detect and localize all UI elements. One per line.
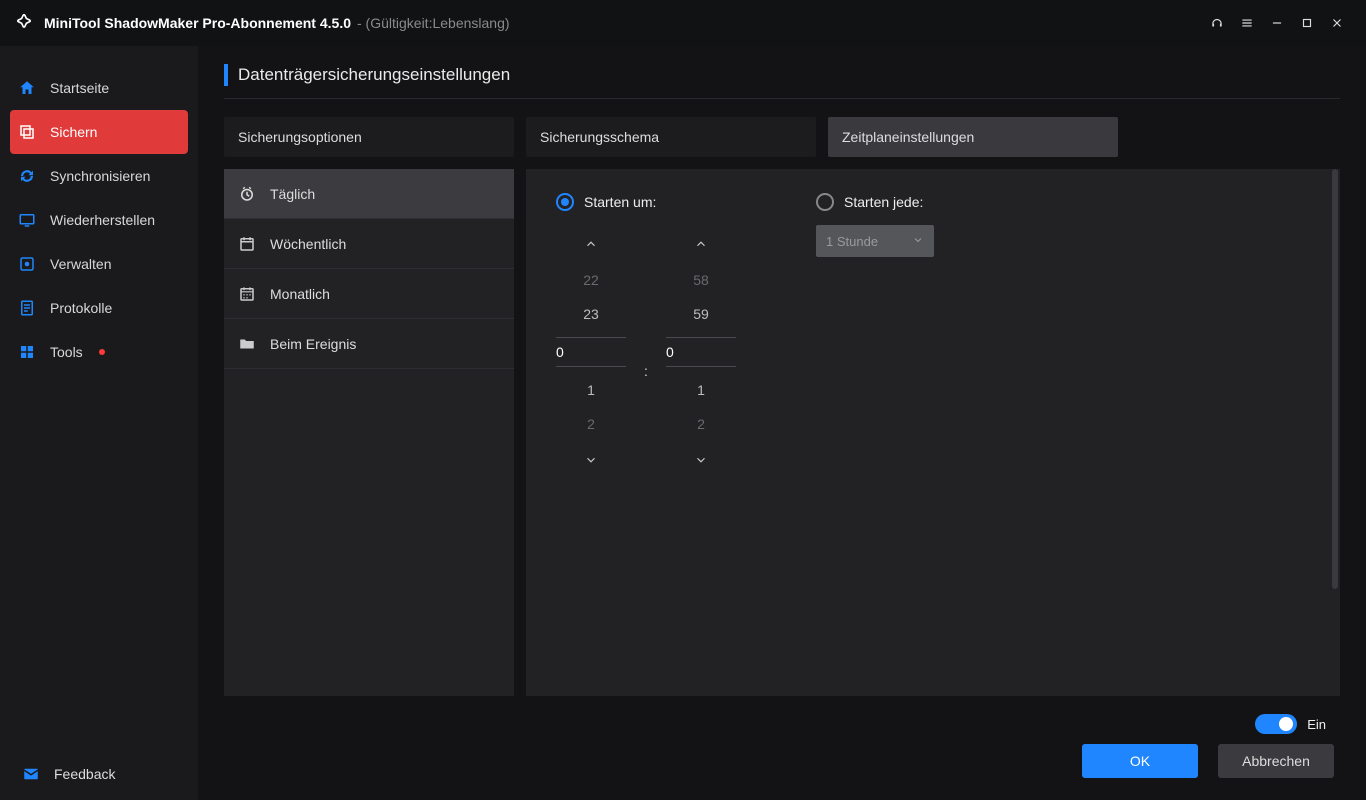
tab-label: Sicherungsschema — [540, 129, 659, 145]
sidebar-item-home[interactable]: Startseite — [0, 66, 198, 110]
button-label: OK — [1130, 753, 1150, 769]
page-title-row: Datenträgersicherungseinstellungen — [224, 64, 1340, 99]
sidebar-item-backup[interactable]: Sichern — [10, 110, 188, 154]
feedback-label: Feedback — [54, 766, 115, 782]
hours-value[interactable]: 1 — [587, 379, 595, 401]
ok-button[interactable]: OK — [1082, 744, 1198, 778]
footer: Ein — [224, 696, 1340, 738]
tab-backup-scheme[interactable]: Sicherungsschema — [526, 117, 816, 157]
minutes-value[interactable]: 58 — [693, 269, 709, 291]
sync-icon — [18, 167, 36, 185]
app-title: MiniTool ShadowMaker Pro-Abonnement 4.5.… — [44, 15, 351, 31]
menu-icon[interactable] — [1232, 8, 1262, 38]
sidebar-item-label: Synchronisieren — [50, 168, 150, 184]
app-validity: - (Gültigkeit:Lebenslang) — [357, 15, 510, 31]
minimize-button[interactable] — [1262, 8, 1292, 38]
chevron-down-icon — [912, 234, 924, 249]
app-logo-icon — [14, 13, 34, 33]
calendar-month-icon — [238, 285, 256, 303]
footer-buttons: OK Abbrechen — [224, 738, 1340, 782]
headphone-icon[interactable] — [1202, 8, 1232, 38]
frequency-item-monthly[interactable]: Monatlich — [224, 269, 514, 319]
minutes-selected[interactable]: 0 — [666, 337, 736, 367]
sidebar-item-label: Verwalten — [50, 256, 111, 272]
hours-value[interactable]: 23 — [583, 303, 599, 325]
radio-start-every[interactable]: Starten jede: — [816, 193, 934, 211]
schedule-toggle[interactable] — [1255, 714, 1297, 734]
backup-icon — [18, 123, 36, 141]
radio-icon — [816, 193, 834, 211]
page-title: Datenträgersicherungseinstellungen — [238, 65, 510, 85]
minutes-spinner: 58 59 0 1 2 — [666, 229, 736, 475]
hours-up-button[interactable] — [556, 229, 626, 259]
frequency-list: Täglich Wöchentlich Monatlich Beim Ereig… — [224, 169, 514, 696]
radio-label: Starten jede: — [844, 194, 923, 210]
titlebar: MiniTool ShadowMaker Pro-Abonnement 4.5.… — [0, 0, 1366, 46]
sidebar: Startseite Sichern Synchronisieren Wiede… — [0, 46, 198, 800]
time-colon: : — [644, 363, 648, 379]
minutes-up-button[interactable] — [666, 229, 736, 259]
hours-down-button[interactable] — [556, 445, 626, 475]
restore-icon — [18, 211, 36, 229]
calendar-week-icon — [238, 235, 256, 253]
frequency-item-on-event[interactable]: Beim Ereignis — [224, 319, 514, 369]
frequency-item-weekly[interactable]: Wöchentlich — [224, 219, 514, 269]
sidebar-item-label: Sichern — [50, 124, 97, 140]
button-label: Abbrechen — [1242, 753, 1310, 769]
tab-label: Sicherungsoptionen — [238, 129, 362, 145]
settings-tabs: Sicherungsoptionen Sicherungsschema Zeit… — [224, 117, 1340, 157]
frequency-label: Monatlich — [270, 286, 330, 302]
sidebar-item-sync[interactable]: Synchronisieren — [0, 154, 198, 198]
feedback-button[interactable]: Feedback — [0, 748, 198, 800]
sidebar-item-label: Protokolle — [50, 300, 112, 316]
frequency-label: Beim Ereignis — [270, 336, 356, 352]
main-content: Datenträgersicherungseinstellungen Siche… — [198, 46, 1366, 800]
frequency-label: Täglich — [270, 186, 315, 202]
schedule-settings-pane: Starten um: 22 23 0 1 — [526, 169, 1340, 696]
hours-value[interactable]: 2 — [587, 413, 595, 435]
minutes-value[interactable]: 1 — [697, 379, 705, 401]
home-icon — [18, 79, 36, 97]
maximize-button[interactable] — [1292, 8, 1322, 38]
tab-label: Zeitplaneinstellungen — [842, 129, 974, 145]
sidebar-item-logs[interactable]: Protokolle — [0, 286, 198, 330]
frequency-label: Wöchentlich — [270, 236, 346, 252]
tab-schedule-settings[interactable]: Zeitplaneinstellungen — [828, 117, 1118, 157]
interval-value: 1 Stunde — [826, 234, 878, 249]
frequency-item-daily[interactable]: Täglich — [224, 169, 514, 219]
scrollbar[interactable] — [1332, 169, 1338, 589]
tools-icon — [18, 343, 36, 361]
hours-selected[interactable]: 0 — [556, 337, 626, 367]
logs-icon — [18, 299, 36, 317]
close-button[interactable] — [1322, 8, 1352, 38]
time-picker: 22 23 0 1 2 — [556, 229, 736, 475]
interval-select[interactable]: 1 Stunde — [816, 225, 934, 257]
mail-icon — [22, 765, 40, 783]
sidebar-item-restore[interactable]: Wiederherstellen — [0, 198, 198, 242]
toggle-label: Ein — [1307, 717, 1326, 732]
radio-start-at[interactable]: Starten um: — [556, 193, 736, 211]
cancel-button[interactable]: Abbrechen — [1218, 744, 1334, 778]
notification-dot-icon — [99, 349, 105, 355]
minutes-down-button[interactable] — [666, 445, 736, 475]
radio-icon — [556, 193, 574, 211]
sidebar-item-manage[interactable]: Verwalten — [0, 242, 198, 286]
sidebar-item-tools[interactable]: Tools — [0, 330, 198, 374]
tab-backup-options[interactable]: Sicherungsoptionen — [224, 117, 514, 157]
sidebar-item-label: Wiederherstellen — [50, 212, 155, 228]
sidebar-item-label: Tools — [50, 344, 83, 360]
schedule-toggle-wrap: Ein — [1255, 714, 1326, 734]
radio-label: Starten um: — [584, 194, 656, 210]
manage-icon — [18, 255, 36, 273]
hours-spinner: 22 23 0 1 2 — [556, 229, 626, 475]
folder-icon — [238, 335, 256, 353]
clock-icon — [238, 185, 256, 203]
minutes-value[interactable]: 2 — [697, 413, 705, 435]
minutes-value[interactable]: 59 — [693, 303, 709, 325]
title-accent-bar — [224, 64, 228, 86]
hours-value[interactable]: 22 — [583, 269, 599, 291]
sidebar-item-label: Startseite — [50, 80, 109, 96]
